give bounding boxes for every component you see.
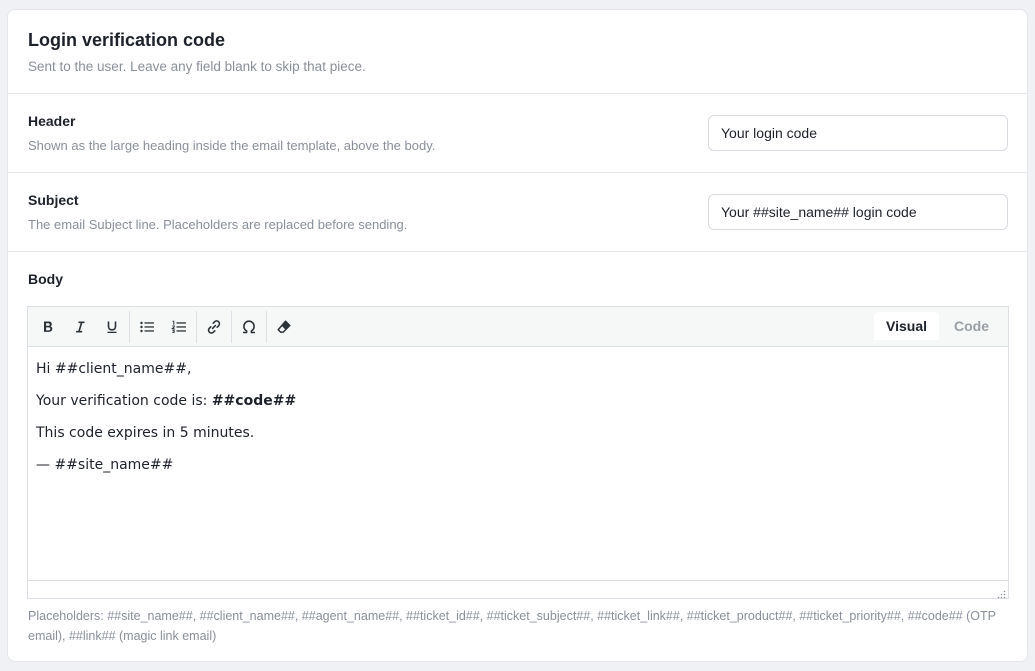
body-editor: Visual Code Hi ##client_name##, Your ver… xyxy=(27,306,1009,599)
placeholders-help-text: Placeholders: ##site_name##, ##client_na… xyxy=(28,609,996,643)
body-line-code: Your verification code is: ##code## xyxy=(36,392,1000,410)
bullet-list-icon xyxy=(139,319,155,335)
underline-button[interactable] xyxy=(96,311,128,343)
bold-icon xyxy=(40,319,56,335)
tab-code[interactable]: Code xyxy=(954,312,989,340)
code-placeholder: ##code## xyxy=(211,393,297,409)
link-button[interactable] xyxy=(198,311,230,343)
resize-handle-icon[interactable] xyxy=(996,586,1006,599)
underline-icon xyxy=(104,319,120,335)
body-field-label: Body xyxy=(28,271,63,287)
card-title: Login verification code xyxy=(28,30,226,50)
subject-field-row: Subject The email Subject line. Placehol… xyxy=(8,173,1027,252)
body-line-expiry: This code expires in 5 minutes. xyxy=(36,425,255,441)
toolbar-separator xyxy=(196,310,197,343)
bold-button[interactable] xyxy=(32,311,64,343)
special-character-icon xyxy=(240,318,258,336)
bullet-list-button[interactable] xyxy=(131,311,163,343)
body-line-greeting: Hi ##client_name##, xyxy=(36,361,192,377)
header-input[interactable] xyxy=(708,115,1008,151)
numbered-list-icon xyxy=(171,319,187,335)
editor-content-area[interactable]: Hi ##client_name##, Your verification co… xyxy=(28,347,1008,581)
clear-formatting-icon xyxy=(275,318,293,336)
card-header: Login verification code Sent to the user… xyxy=(8,10,1027,94)
email-template-card: Login verification code Sent to the user… xyxy=(7,9,1028,662)
subject-field-label: Subject xyxy=(28,192,79,208)
toolbar-separator xyxy=(231,310,232,343)
italic-icon xyxy=(72,319,88,335)
tab-visual[interactable]: Visual xyxy=(874,312,939,340)
body-section: Body Visual Code Hi ##client_name##, You… xyxy=(8,252,1027,661)
editor-toolbar: Visual Code xyxy=(28,307,1008,347)
special-character-button[interactable] xyxy=(233,311,265,343)
body-line-code-prefix: Your verification code is: xyxy=(36,393,212,409)
subject-field-description: The email Subject line. Placeholders are… xyxy=(28,217,408,232)
body-line-signature: — ##site_name## xyxy=(36,457,174,473)
italic-button[interactable] xyxy=(64,311,96,343)
card-subtitle: Sent to the user. Leave any field blank … xyxy=(28,59,366,74)
header-field-label: Header xyxy=(28,113,76,129)
toolbar-separator xyxy=(266,310,267,343)
header-field-description: Shown as the large heading inside the em… xyxy=(28,138,436,153)
clear-formatting-button[interactable] xyxy=(268,311,300,343)
toolbar-separator xyxy=(129,310,130,343)
link-icon xyxy=(205,318,223,336)
subject-input[interactable] xyxy=(708,194,1008,230)
header-field-row: Header Shown as the large heading inside… xyxy=(8,94,1027,173)
editor-statusbar xyxy=(28,580,1008,599)
numbered-list-button[interactable] xyxy=(163,311,195,343)
